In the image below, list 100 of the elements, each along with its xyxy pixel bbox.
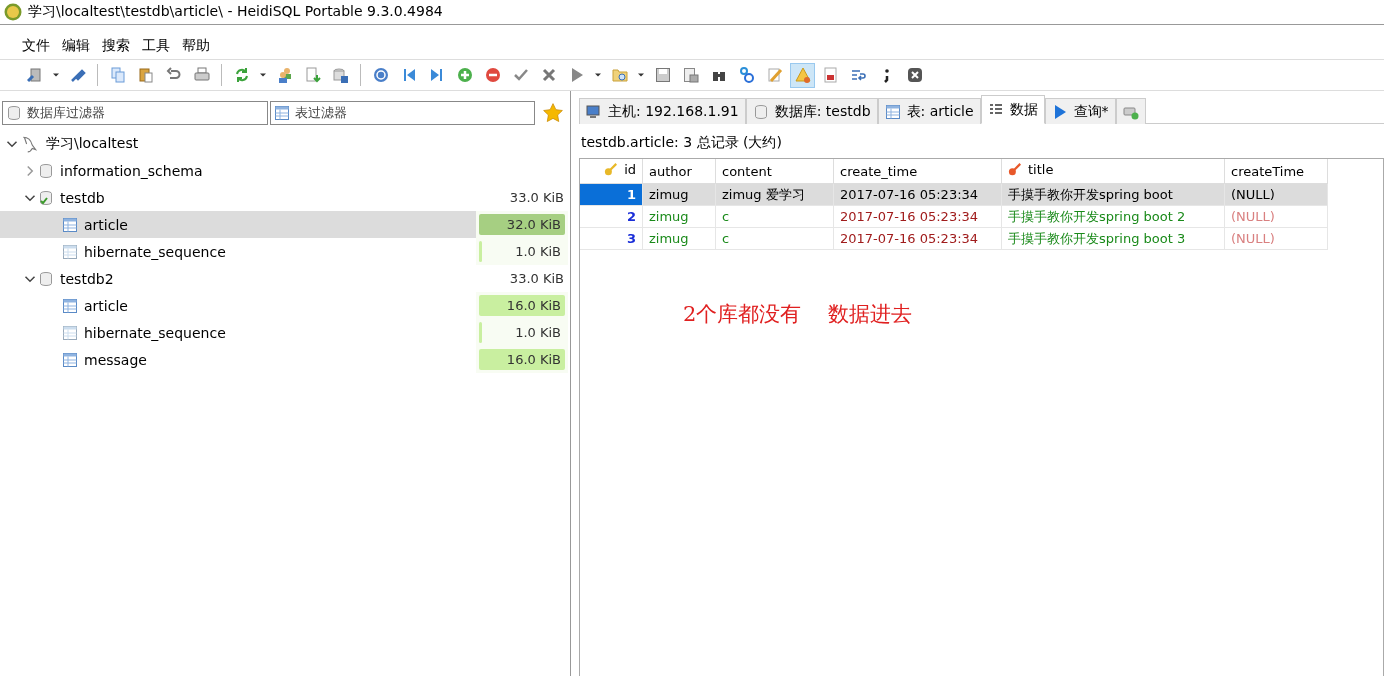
column-header[interactable]: id [580,159,643,184]
table-name: article [84,216,129,233]
database-name[interactable]: testdb [60,189,482,206]
tree-item[interactable]: article 16.0 KiB [0,292,568,319]
table-icon [62,324,78,341]
tree-item[interactable]: hibernate_sequence 1.0 KiB [0,319,568,346]
caret-icon [260,73,266,77]
tab[interactable]: 表: article [877,98,981,124]
stop-icon [906,67,923,83]
table-cell: (NULL) [1224,227,1328,250]
table-icon [62,297,78,314]
caret-icon [53,73,59,77]
monitor-icon [586,103,602,120]
menu-item[interactable]: 文件 [22,35,50,57]
key-icon [1008,162,1022,177]
star-icon [542,102,563,123]
table-filter-field[interactable]: 表过滤器 [269,100,535,125]
table-cell: 1 [580,183,643,206]
pencil-icon [766,67,783,83]
window-title: 学习\localtest\testdb\article\ - HeidiSQL Portable 9.3.0.4984 [28,3,443,21]
table-icon [62,243,78,260]
table-name: hibernate_sequence [84,243,227,260]
skip-forward-icon [428,67,445,83]
size-label: 1.0 KiB [515,244,561,259]
size-label: 33.0 KiB [509,271,564,286]
column-header[interactable]: createTime [1224,159,1328,184]
tree-item[interactable]: message 16.0 KiB [0,346,568,373]
database-filter-field[interactable]: 数据库过滤器 [2,100,268,125]
server-name[interactable]: 学习\localtest [46,134,568,153]
column-header[interactable]: author [642,159,716,184]
tab[interactable]: 数据 [980,95,1045,124]
database-name[interactable]: information_schema [60,162,568,179]
tree-item[interactable]: article 32.0 KiB [0,211,568,238]
tab[interactable] [1115,98,1146,124]
size-label: 33.0 KiB [509,190,564,205]
users-icon [276,67,293,83]
clipboard-icon [137,67,154,83]
column-header[interactable]: content [715,159,834,184]
minus-circle-icon [484,67,501,83]
table-name: message [84,351,148,368]
table-icon [62,216,78,233]
table-cell: zimug [642,205,716,228]
copy-icon [109,67,126,83]
wrap-icon [850,67,867,83]
table-icon [62,351,78,368]
menu-item[interactable]: 编辑 [62,35,90,57]
grid-caption: testdb.article: 3 总记录 (大约) [580,133,783,152]
hex-document-icon [822,67,839,83]
table-cell: 手摸手教你开发spring boot 3 [1001,227,1225,250]
table-icon [273,104,290,121]
document-arrow-icon [304,67,321,83]
app-logo [4,3,22,21]
database-save-icon [332,67,349,83]
table-cell: 手摸手教你开发spring boot 2 [1001,205,1225,228]
server-icon [26,67,43,83]
warning-icon [794,67,811,83]
database-check-icon [38,189,54,206]
table-icon [884,103,901,120]
tab[interactable]: 数据库: testdb [745,98,878,124]
menu-item[interactable]: 搜索 [102,35,130,57]
refresh-icon [233,67,250,83]
column-header[interactable]: create_time [833,159,1002,184]
checkmark-icon [512,67,529,83]
tree-item[interactable]: hibernate_sequence 1.0 KiB [0,238,568,265]
database-icon [752,103,769,120]
table-cell: 手摸手教你开发spring boot [1001,183,1225,206]
table-cell: 3 [580,227,643,250]
database-icon [38,270,54,287]
annotation-text: 2个库都没有 数据进去 [682,301,914,328]
tab[interactable]: 主机: 192.168.1.91 [579,98,746,124]
caret-icon [638,73,644,77]
caret-icon [595,73,601,77]
menu-item[interactable]: 工具 [142,35,170,57]
database-name[interactable]: testdb2 [60,270,482,287]
plug-icon [69,67,86,83]
key-icon [604,162,619,177]
database-icon [38,162,54,179]
column-header[interactable]: title [1001,159,1225,184]
database-icon [6,104,22,121]
folder-search-icon [611,67,628,83]
size-label: 1.0 KiB [515,325,561,340]
plus-circle-icon [456,67,473,83]
size-label: 32.0 KiB [506,217,561,232]
table-cell: c [715,205,834,228]
table-name: article [84,297,129,314]
tab[interactable]: 查询* [1044,98,1116,124]
table-cell: (NULL) [1224,205,1328,228]
printer-icon [193,67,210,83]
table-cell: 2 [580,205,643,228]
table-cell: 2017-07-16 05:23:34 [833,205,1002,228]
table-cell: 2017-07-16 05:23:34 [833,183,1002,206]
table-cell: 2017-07-16 05:23:34 [833,227,1002,250]
table-cell: zimug [642,227,716,250]
size-label: 16.0 KiB [506,298,561,313]
cross-icon [540,67,557,83]
table-cell: c [715,227,834,250]
menu-item[interactable]: 帮助 [182,35,210,57]
table-name: hibernate_sequence [84,324,227,341]
size-label: 16.0 KiB [506,352,561,367]
document-floppy-icon [682,67,699,83]
